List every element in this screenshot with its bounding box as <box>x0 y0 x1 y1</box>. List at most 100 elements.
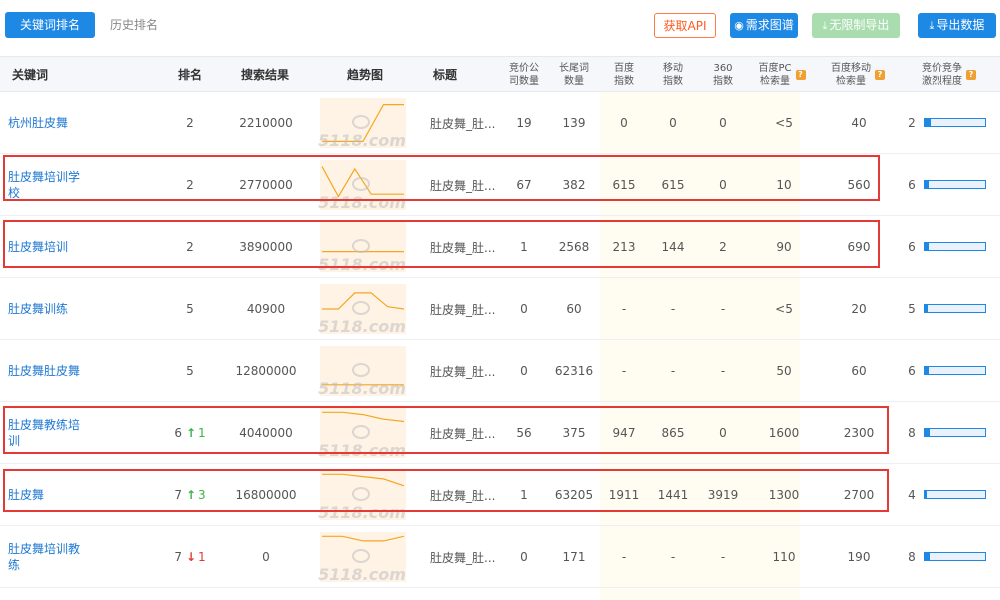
cell-mobile-index: 0 <box>669 116 677 130</box>
trend-chart[interactable] <box>320 346 406 396</box>
keyword-link[interactable]: 肚皮舞训练 <box>8 278 90 340</box>
cell-rank: 7 ↑ 3 <box>160 464 220 526</box>
keyword-link[interactable]: 肚皮舞培训教练 <box>8 526 90 588</box>
cell-baidu-index: - <box>621 302 627 316</box>
trend-line <box>322 103 404 143</box>
cell-longtail: 60 <box>566 302 582 316</box>
cell-pc-volume: 10 <box>776 178 792 192</box>
cell-results: 12800000 <box>235 364 297 378</box>
cell-title[interactable]: 肚皮舞_肚... <box>430 526 498 588</box>
cell-longtail: 62316 <box>554 364 594 378</box>
trend-chart[interactable] <box>320 470 406 520</box>
cell-title[interactable]: 肚皮舞_肚... <box>430 278 498 340</box>
cell-rank: 2 <box>160 216 220 278</box>
table-row: 肚皮舞培训教练 7 ↓ 1 0 0 171- - -110 190 5118.com 肚皮舞_肚...… <box>0 526 1000 588</box>
cell-mobile-index: - <box>670 550 676 564</box>
header-comp-l2: 激烈程度 <box>922 76 962 87</box>
cell-title[interactable]: 肚皮舞_肚... <box>430 216 498 278</box>
cell-results: 0 <box>262 550 270 564</box>
keyword-link[interactable]: 肚皮舞培训学校 <box>8 154 90 216</box>
header-mob-l2: 检索量 <box>836 76 866 87</box>
header-competition[interactable]: 竞价竞争 激烈程度? <box>910 57 988 93</box>
table-row: 肚皮舞培训 2 3890000 1 2568 213 144 2 90 690 5118.com 肚皮… <box>0 216 1000 278</box>
keyword-link[interactable]: 杭州肚皮舞 <box>8 92 90 154</box>
unlimited-export-button[interactable]: ⤓ 无限制导出 <box>812 13 900 38</box>
header-baidu-l1: 百度 <box>614 63 634 74</box>
competition-bar <box>924 304 986 313</box>
header-longtail[interactable]: 长尾词 数量 <box>552 57 596 93</box>
header-pc-volume[interactable]: 百度PC 检索量? <box>752 57 812 93</box>
arrow-up-icon: ↑ <box>185 488 197 502</box>
cell-pc-volume: <5 <box>775 116 793 130</box>
keyword-link[interactable]: 肚皮舞培训 <box>8 216 90 278</box>
help-icon[interactable]: ? <box>795 70 806 80</box>
trend-chart[interactable] <box>320 532 406 582</box>
cell-360-index: 0 <box>719 116 727 130</box>
competition-bar-fill <box>925 429 930 436</box>
cell-bid-count: 0 <box>520 364 528 378</box>
cell-title[interactable]: 肚皮舞_肚... <box>430 402 498 464</box>
trend-svg <box>322 103 404 143</box>
cell-results: 40900 <box>246 302 286 316</box>
cell-longtail: 63205 <box>554 488 594 502</box>
cell-results: 2770000 <box>239 178 293 192</box>
trend-chart[interactable] <box>320 408 406 458</box>
header-bid-count-l2: 司数量 <box>509 76 539 87</box>
cell-pc-volume: 90 <box>776 240 792 254</box>
eye-icon: ◉ <box>734 19 744 32</box>
keyword-link[interactable]: 肚皮舞教练培训 <box>8 402 90 464</box>
table-header: 关键词 排名 搜索结果 趋势图 标题 竞价公 司数量 长尾词 数量 百度 指数 移动指… <box>0 56 1000 92</box>
table-row: 肚皮舞教练培训 6 ↑ 1 4040000 56 375 947 865 0 1600 2300 511… <box>0 402 1000 464</box>
cell-longtail: 375 <box>562 426 586 440</box>
trend-chart[interactable] <box>320 222 406 272</box>
trend-chart[interactable] <box>320 98 406 148</box>
download-icon: ⤓ <box>822 19 828 32</box>
cell-results: 16800000 <box>235 488 297 502</box>
cell-360-index: - <box>720 364 726 378</box>
header-longtail-l1: 长尾词 <box>559 63 589 74</box>
rank-change: 1 <box>198 426 206 440</box>
tab-history-ranking[interactable]: 历史排名 <box>110 12 158 38</box>
header-360-index[interactable]: 360 指数 <box>701 57 745 93</box>
competition-value: 6 <box>908 240 916 254</box>
trend-svg <box>322 251 404 253</box>
competition-bar-fill <box>925 491 928 498</box>
keyword-link[interactable]: 肚皮舞肚皮舞 <box>8 340 90 402</box>
keyword-link[interactable]: 肚皮舞 <box>8 464 90 526</box>
header-mobile-index[interactable]: 移动 指数 <box>651 57 695 93</box>
cell-mobile-index: 1441 <box>657 488 689 502</box>
cell-pc-volume: 50 <box>776 364 792 378</box>
help-icon[interactable]: ? <box>966 70 976 80</box>
cell-results: 3890000 <box>239 240 293 254</box>
trend-chart[interactable] <box>320 160 406 210</box>
cell-bid-count: 56 <box>516 426 532 440</box>
cell-title[interactable]: 肚皮舞_肚... <box>430 340 498 402</box>
header-rank[interactable]: 排名 <box>160 57 220 93</box>
cell-rank: 6 ↑ 1 <box>160 402 220 464</box>
header-keyword[interactable]: 关键词 <box>0 57 100 93</box>
competition-value: 8 <box>908 550 916 564</box>
table-row: 肚皮舞培训学校 2 2770000 67 382 615 615 0 10 560 5118.com… <box>0 154 1000 216</box>
competition-value: 6 <box>908 178 916 192</box>
competition-value: 2 <box>908 116 916 130</box>
cell-baidu-index: 615 <box>612 178 636 192</box>
tab-keyword-ranking[interactable]: 关键词排名 <box>5 12 95 38</box>
cell-baidu-index: - <box>621 364 627 378</box>
header-mobile-volume[interactable]: 百度移动 检索量? <box>822 57 894 93</box>
competition-bar <box>924 180 986 189</box>
header-baidu-index[interactable]: 百度 指数 <box>602 57 646 93</box>
table-row: 肚皮舞训练 5 40900 0 60- - - <5 20 5118.com 肚皮舞_肚... 5 <box>0 278 1000 340</box>
cell-title[interactable]: 肚皮舞_肚... <box>430 464 498 526</box>
trend-chart[interactable] <box>320 284 406 334</box>
demand-graph-button[interactable]: ◉ 需求图谱 <box>730 13 798 38</box>
cell-title[interactable]: 肚皮舞_肚... <box>430 92 498 154</box>
header-results[interactable]: 搜索结果 <box>225 57 305 93</box>
cell-title[interactable]: 肚皮舞_肚... <box>430 154 498 216</box>
help-icon[interactable]: ? <box>875 70 885 80</box>
get-api-button[interactable]: 获取API <box>654 13 716 38</box>
rank-value: 2 <box>186 178 194 192</box>
cell-rank: 5 <box>160 278 220 340</box>
export-data-button[interactable]: ⤓ 导出数据 <box>918 13 996 38</box>
header-bid-count[interactable]: 竞价公 司数量 <box>500 57 548 93</box>
download-icon: ⤓ <box>929 19 935 32</box>
